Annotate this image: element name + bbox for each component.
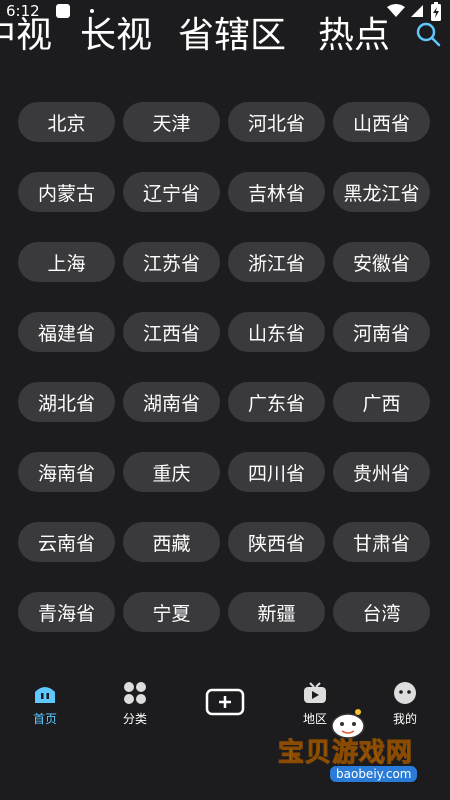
region-chip[interactable]: 新疆 bbox=[228, 592, 325, 632]
region-chip[interactable]: 甘肃省 bbox=[333, 522, 430, 562]
region-chip[interactable]: 山西省 bbox=[333, 102, 430, 142]
region-grid: 北京 天津 河北省 山西省内蒙古 辽宁省 吉林省 黑龙江省上海 江苏省 浙江省 安徽省福建省 江西省… bbox=[18, 102, 432, 632]
region-chip[interactable]: 湖南省 bbox=[123, 382, 220, 422]
search-icon[interactable] bbox=[414, 20, 442, 48]
region-chip[interactable]: 青海省 bbox=[18, 592, 115, 632]
region-chip[interactable]: 上海 bbox=[18, 242, 115, 282]
tab-provinces[interactable]: 省辖区 bbox=[178, 12, 286, 60]
region-chip[interactable]: 宁夏 bbox=[123, 592, 220, 632]
nav-home[interactable]: 首页 bbox=[10, 680, 80, 727]
watermark-url: baobeiy.com bbox=[330, 766, 418, 782]
category-grid-icon bbox=[124, 682, 146, 704]
nav-category[interactable]: 分类 bbox=[100, 680, 170, 727]
region-chip[interactable]: 四川省 bbox=[228, 452, 325, 492]
region-chip[interactable]: 安徽省 bbox=[333, 242, 430, 282]
region-chip[interactable]: 辽宁省 bbox=[123, 172, 220, 212]
tab-zhongshi[interactable]: 中视 bbox=[0, 12, 52, 60]
region-chip[interactable]: 湖北省 bbox=[18, 382, 115, 422]
region-chip[interactable]: 西藏 bbox=[123, 522, 220, 562]
nav-add[interactable] bbox=[190, 688, 260, 716]
region-chip[interactable]: 山东省 bbox=[228, 312, 325, 352]
tab-hotspot[interactable]: 热点 bbox=[318, 12, 390, 60]
watermark: 宝贝游戏网 baobeiy.com bbox=[270, 700, 450, 800]
region-chip[interactable]: 黑龙江省 bbox=[333, 172, 430, 212]
tab-changshi[interactable]: 长视 bbox=[80, 12, 152, 60]
region-chip[interactable]: 江苏省 bbox=[123, 242, 220, 282]
region-chip[interactable]: 北京 bbox=[18, 102, 115, 142]
region-chip[interactable]: 贵州省 bbox=[333, 452, 430, 492]
add-icon bbox=[205, 688, 245, 716]
region-chip[interactable]: 广西 bbox=[333, 382, 430, 422]
home-icon bbox=[35, 687, 55, 703]
region-chip[interactable]: 天津 bbox=[123, 102, 220, 142]
region-chip[interactable]: 台湾 bbox=[333, 592, 430, 632]
watermark-name: 宝贝游戏网 bbox=[277, 738, 414, 769]
region-chip[interactable]: 广东省 bbox=[228, 382, 325, 422]
region-chip[interactable]: 江西省 bbox=[123, 312, 220, 352]
region-chip[interactable]: 陕西省 bbox=[228, 522, 325, 562]
region-chip[interactable]: 浙江省 bbox=[228, 242, 325, 282]
region-chip[interactable]: 内蒙古 bbox=[18, 172, 115, 212]
region-chip[interactable]: 重庆 bbox=[123, 452, 220, 492]
top-tab-bar: 中视 长视 省辖区 热点 bbox=[0, 12, 450, 64]
nav-category-label: 分类 bbox=[122, 712, 147, 726]
region-chip[interactable]: 福建省 bbox=[18, 312, 115, 352]
region-chip[interactable]: 海南省 bbox=[18, 452, 115, 492]
region-chip[interactable]: 河北省 bbox=[228, 102, 325, 142]
nav-home-label: 首页 bbox=[32, 712, 57, 726]
region-chip[interactable]: 河南省 bbox=[333, 312, 430, 352]
region-chip[interactable]: 云南省 bbox=[18, 522, 115, 562]
region-chip[interactable]: 吉林省 bbox=[228, 172, 325, 212]
